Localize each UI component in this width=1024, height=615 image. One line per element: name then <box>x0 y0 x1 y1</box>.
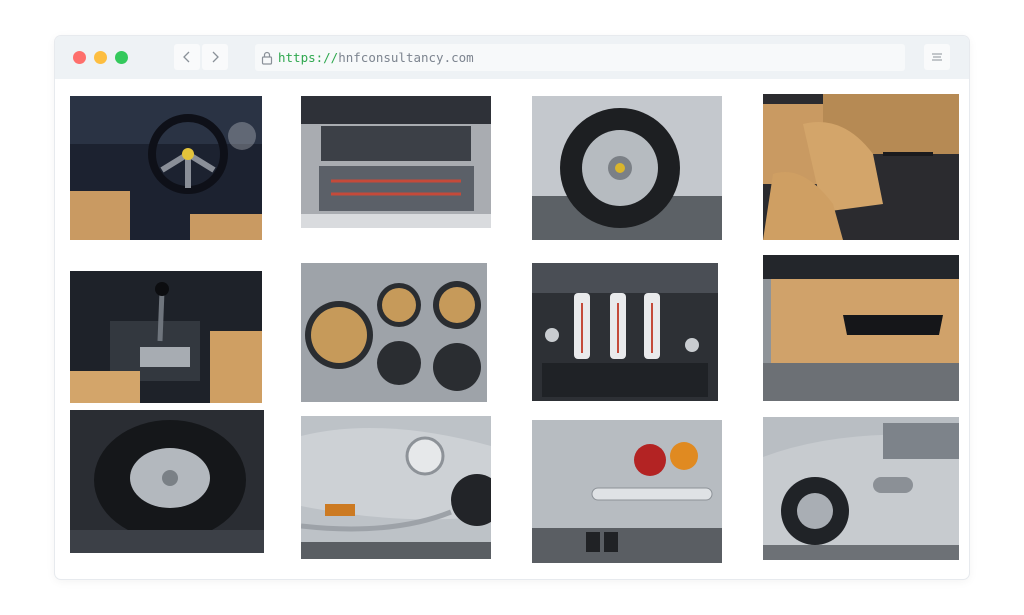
photo-front-headlight[interactable] <box>301 416 491 559</box>
photo-gear-shifter[interactable] <box>70 271 262 403</box>
minimize-window-button[interactable] <box>94 51 107 64</box>
chevron-left-icon <box>183 51 190 63</box>
url-host: hnfconsultancy.com <box>338 50 474 65</box>
photo-engine-bay[interactable] <box>301 96 491 228</box>
lock-icon <box>261 51 273 65</box>
menu-icon <box>932 53 942 61</box>
menu-button[interactable] <box>924 44 950 70</box>
url-scheme: https:// <box>278 50 339 65</box>
photo-steering-wheel[interactable] <box>70 96 262 240</box>
back-button[interactable] <box>174 44 200 70</box>
address-bar[interactable]: https://hnfconsultancy.com <box>255 44 905 71</box>
browser-toolbar: https://hnfconsultancy.com <box>55 36 969 79</box>
maximize-window-button[interactable] <box>115 51 128 64</box>
photo-rear-tail-lights[interactable] <box>532 420 722 563</box>
photo-spare-tire[interactable] <box>70 410 264 553</box>
photo-alloy-wheel[interactable] <box>532 96 722 240</box>
forward-button[interactable] <box>202 44 228 70</box>
photo-side-body-wheel[interactable] <box>763 417 959 560</box>
chevron-right-icon <box>212 51 219 63</box>
close-window-button[interactable] <box>73 51 86 64</box>
photo-gauge-cluster[interactable] <box>301 263 487 402</box>
photo-dashboard-switches[interactable] <box>532 263 718 401</box>
photo-gallery <box>55 79 969 579</box>
url-text: https://hnfconsultancy.com <box>278 50 474 65</box>
photo-tan-leather-seats[interactable] <box>763 94 959 240</box>
browser-window: https://hnfconsultancy.com <box>55 36 969 579</box>
photo-door-panel[interactable] <box>763 255 959 401</box>
